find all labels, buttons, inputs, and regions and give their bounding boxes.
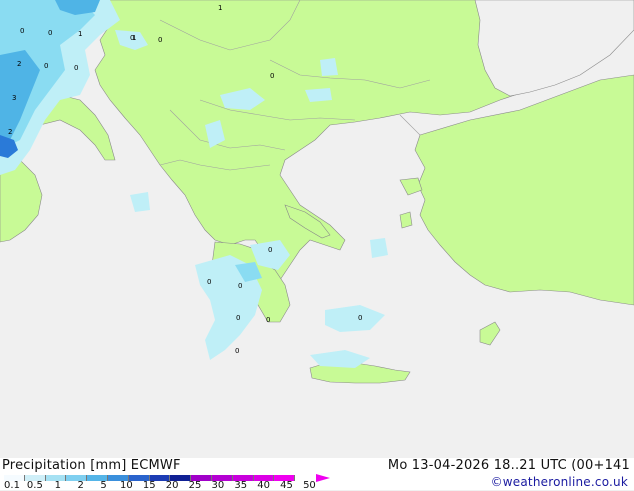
scale-tick-label: 5: [100, 480, 107, 491]
point-value-label: 0: [48, 29, 52, 37]
map-title: Precipitation [mm] ECMWF: [2, 458, 181, 473]
scale-tick-label: 10: [120, 480, 133, 491]
point-value-label: 0: [270, 72, 274, 80]
point-value-label: 0: [358, 314, 362, 322]
point-value-label: 0: [158, 36, 162, 44]
point-value-label: 0: [238, 282, 242, 290]
scale-tick-label: 0.1: [4, 480, 20, 491]
point-value-label: 2: [8, 128, 12, 136]
scale-tick-label: 15: [142, 480, 156, 491]
map-footer: Precipitation [mm] ECMWF Mo 13-04-2026 1…: [0, 458, 634, 491]
scale-tick-label: 1: [54, 480, 61, 491]
scale-tick-label: 0.5: [26, 480, 43, 491]
point-value-label: 0: [236, 314, 240, 322]
point-value-label: 0: [130, 34, 134, 42]
point-value-label: 0: [235, 347, 239, 355]
point-value-label: 0: [74, 64, 78, 72]
point-value-label: 0: [207, 278, 211, 286]
scale-tick-label: 40: [257, 480, 271, 491]
scale-tick-label: 30: [211, 480, 225, 491]
land-chios: [399, 211, 413, 229]
point-value-label: 0: [44, 62, 48, 70]
scale-tick-labels: 0.1 0.5 1 2 5 10 15 20 25 30 35 40 45 50: [0, 480, 340, 491]
point-value-label: 0: [266, 316, 270, 324]
scale-tick-label: 20: [165, 480, 179, 491]
precip-area-light: [320, 58, 338, 76]
point-value-label: 0: [20, 27, 24, 35]
precipitation-map: 10 0 10102 0 03200 00 0 000: [0, 0, 634, 458]
precip-area-light: [370, 238, 388, 258]
point-value-label: 2: [17, 60, 21, 68]
scale-tick-label: 45: [280, 480, 293, 491]
point-value-label: 3: [12, 94, 16, 102]
scale-tick-label: 50: [303, 480, 316, 491]
scale-tick-label: 35: [234, 480, 248, 491]
point-value-label: 1: [218, 4, 222, 12]
valid-datetime: Mo 13-04-2026 18..21 UTC (00+141: [387, 458, 630, 473]
point-value-label: 1: [78, 30, 82, 38]
scale-tick-label: 25: [188, 480, 202, 491]
scale-tick-label: 2: [77, 480, 84, 491]
point-value-label: 0: [268, 246, 272, 254]
credit-link[interactable]: ©weatheronline.co.uk: [491, 475, 628, 489]
